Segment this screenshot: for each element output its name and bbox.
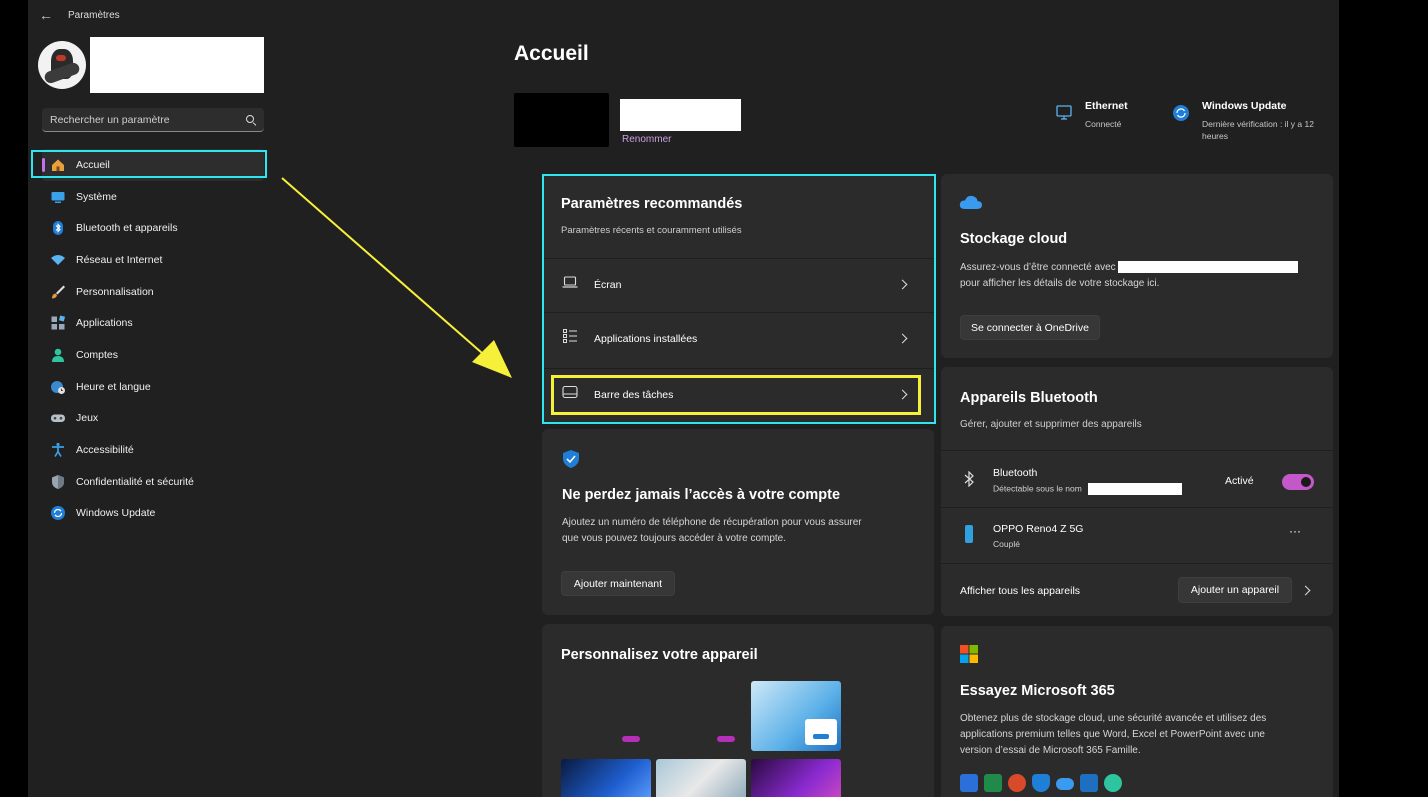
- annotation-arrow: [281, 177, 512, 378]
